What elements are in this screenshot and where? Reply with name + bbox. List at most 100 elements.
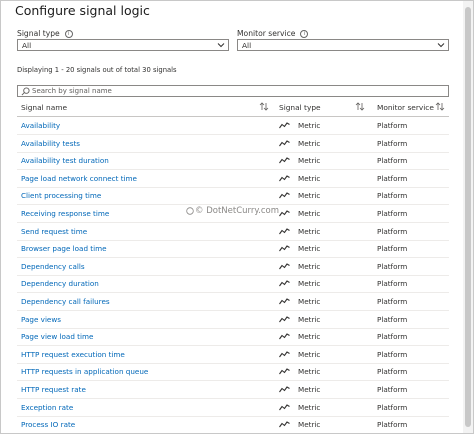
metric-icon: [279, 175, 290, 182]
monitor-service-cell: Platform: [377, 279, 408, 289]
table-row[interactable]: Browser page load time Metric Platform: [17, 240, 449, 259]
table-row[interactable]: Dependency calls Metric Platform: [17, 258, 449, 276]
info-icon[interactable]: i: [64, 29, 73, 38]
signal-type-cell: Metric: [298, 173, 321, 183]
signal-type-cell: Metric: [298, 420, 321, 430]
signal-name-link[interactable]: HTTP request execution time: [21, 350, 125, 359]
metric-icon: [279, 280, 290, 287]
panel-title: Configure signal logic: [15, 3, 150, 18]
signal-type-cell: Metric: [298, 244, 321, 254]
table-row[interactable]: Page view load time Metric Platform: [17, 328, 449, 347]
signal-name-link[interactable]: HTTP requests in application queue: [21, 367, 148, 376]
metric-icon: [279, 386, 290, 393]
signal-type-cell: Metric: [298, 332, 321, 342]
signal-type-cell: Metric: [298, 226, 321, 236]
column-header-signal-type[interactable]: Signal type: [279, 103, 321, 112]
signal-name-link[interactable]: Availability test duration: [21, 156, 109, 165]
table-row[interactable]: Exception rate Metric Platform: [17, 399, 449, 417]
signal-name-link[interactable]: Browser page load time: [21, 244, 107, 253]
metric-icon: [279, 421, 290, 428]
monitor-service-cell: Platform: [377, 191, 408, 201]
signal-name-link[interactable]: Page view load time: [21, 332, 93, 341]
monitor-service-cell: Platform: [377, 156, 408, 166]
sort-icon[interactable]: [259, 102, 269, 111]
table-row[interactable]: Availability tests Metric Platform: [17, 135, 449, 153]
signal-type-cell: Metric: [298, 385, 321, 394]
table-header: Signal name Signal type Monitor service: [17, 99, 449, 117]
signal-name-link[interactable]: Availability tests: [21, 139, 80, 148]
column-header-signal-name[interactable]: Signal name: [21, 103, 67, 112]
signal-type-dropdown[interactable]: All: [17, 39, 229, 51]
signal-type-cell: Metric: [298, 191, 321, 201]
signal-name-link[interactable]: HTTP request rate: [21, 385, 86, 394]
monitor-service-cell: Platform: [377, 209, 408, 218]
table-row[interactable]: Availability Metric Platform: [17, 117, 449, 135]
table-row[interactable]: HTTP request execution time Metric Platfor…: [17, 346, 449, 364]
sort-icon[interactable]: [355, 102, 365, 111]
signal-name-link[interactable]: Dependency calls: [21, 262, 85, 271]
table-row[interactable]: Send request time Metric Platform: [17, 223, 449, 241]
metric-icon: [279, 315, 290, 322]
info-icon[interactable]: i: [300, 29, 309, 38]
table-row[interactable]: Dependency duration Metric Platform: [17, 275, 449, 294]
monitor-service-cell: Platform: [377, 173, 408, 183]
copyright-icon: [186, 207, 194, 215]
signal-type-cell: Metric: [298, 121, 321, 130]
signal-type-cell: Metric: [298, 314, 321, 324]
table-row[interactable]: Client processing time Metric Platform: [17, 187, 449, 206]
monitor-service-cell: Platform: [377, 367, 408, 377]
chevron-down-icon: [437, 43, 445, 48]
signal-name-link[interactable]: Process IO rate: [21, 420, 75, 429]
metric-icon: [279, 333, 290, 340]
search-input[interactable]: Search by signal name: [17, 85, 449, 97]
signal-name-link[interactable]: Page load network connect time: [21, 174, 137, 183]
sort-icon[interactable]: [435, 102, 445, 111]
signal-type-cell: Metric: [298, 156, 321, 166]
chevron-down-icon: [217, 43, 225, 48]
monitor-service-cell: Platform: [377, 420, 408, 430]
column-header-monitor-service[interactable]: Monitor service: [377, 103, 434, 112]
signal-name-link[interactable]: Client processing time: [21, 191, 101, 200]
signal-name-link[interactable]: Page views: [21, 315, 61, 324]
table-row[interactable]: Process IO rate Metric Platform: [17, 416, 449, 433]
table-row[interactable]: Availability test duration Metric Platform: [17, 152, 449, 171]
table-row[interactable]: Dependency call failures Metric Platform: [17, 293, 449, 311]
signal-type-cell: Metric: [298, 279, 321, 289]
metric-icon: [279, 192, 290, 199]
monitor-service-cell: Platform: [377, 226, 408, 236]
monitor-service-cell: Platform: [377, 385, 408, 394]
signal-name-link[interactable]: Dependency call failures: [21, 297, 110, 306]
table-row[interactable]: Page views Metric Platform: [17, 311, 449, 329]
signal-type-cell: Metric: [298, 209, 321, 218]
metric-icon: [279, 157, 290, 164]
metric-icon: [279, 263, 290, 270]
signal-type-value: All: [22, 41, 32, 50]
signal-type-cell: Metric: [298, 402, 321, 412]
table-row[interactable]: HTTP requests in application queue Metric…: [17, 363, 449, 382]
metric-icon: [279, 245, 290, 252]
metric-icon: [279, 139, 290, 146]
monitor-service-label-text: Monitor service: [237, 29, 296, 38]
signal-name-link[interactable]: Receiving response time: [21, 209, 109, 218]
metric-icon: [279, 298, 290, 305]
monitor-service-cell: Platform: [377, 402, 408, 412]
signal-type-cell: Metric: [298, 367, 321, 377]
signal-name-link[interactable]: Send request time: [21, 227, 87, 236]
table-row[interactable]: HTTP request rate Metric Platform: [17, 381, 449, 399]
signal-type-cell: Metric: [298, 261, 321, 271]
signal-name-link[interactable]: Exception rate: [21, 403, 73, 412]
metric-icon: [279, 368, 290, 375]
scrollbar-thumb[interactable]: [465, 7, 471, 427]
signal-type-label: Signal type i: [17, 29, 73, 38]
table-row[interactable]: Page load network connect time Metric Plat…: [17, 170, 449, 188]
search-icon: [21, 87, 30, 96]
monitor-service-dropdown[interactable]: All: [237, 39, 449, 51]
signal-name-link[interactable]: Availability: [21, 121, 60, 130]
search-placeholder: Search by signal name: [32, 87, 112, 95]
signal-name-link[interactable]: Dependency duration: [21, 279, 99, 288]
monitor-service-cell: Platform: [377, 349, 408, 359]
signal-type-cell: Metric: [298, 349, 321, 359]
metric-icon: [279, 403, 290, 410]
signal-type-label-text: Signal type: [17, 29, 60, 38]
monitor-service-value: All: [242, 41, 252, 50]
